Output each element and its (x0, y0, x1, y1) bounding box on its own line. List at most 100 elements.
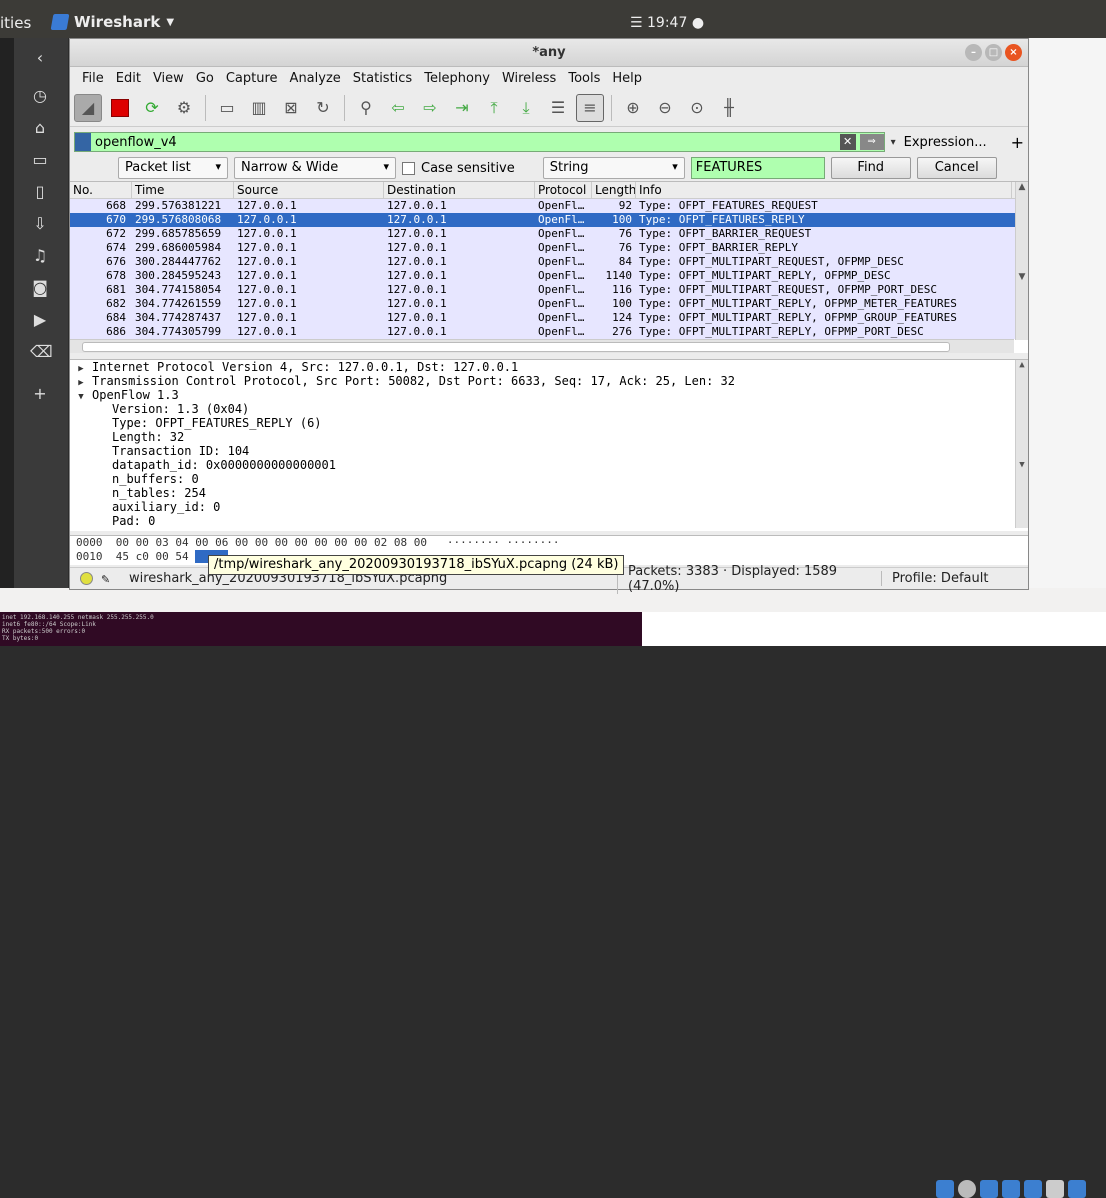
document-icon[interactable]: ▯ (30, 182, 50, 202)
trash-icon[interactable]: ⌫ (30, 342, 53, 362)
search-type-select[interactable]: String (542, 157, 685, 179)
open-file-icon[interactable]: ▭ (213, 94, 241, 122)
resize-columns-icon[interactable]: ╫ (715, 94, 743, 122)
home-icon[interactable]: ⌂ (30, 118, 50, 138)
tray-network-icon[interactable] (1002, 1180, 1020, 1198)
start-capture-fin-icon[interactable]: ◢ (74, 93, 102, 122)
zoom-out-icon[interactable]: ⊖ (651, 94, 679, 122)
camera-icon[interactable]: ◙ (30, 278, 50, 298)
col-info[interactable]: Info (636, 182, 1012, 198)
table-row[interactable]: 668 299.576381221 127.0.0.1 127.0.0.1 OpenFl… (70, 199, 1028, 213)
tree-field[interactable]: Type: OFPT_FEATURES_REPLY (6) (70, 416, 1028, 430)
go-to-packet-icon[interactable]: ⇥ (448, 94, 476, 122)
music-icon[interactable]: ♫ (30, 246, 50, 266)
col-source[interactable]: Source (234, 182, 384, 198)
download-icon[interactable]: ⇩ (30, 214, 50, 234)
close-button[interactable]: × (1005, 44, 1022, 61)
tree-field[interactable]: Length: 32 (70, 430, 1028, 444)
menu-help[interactable]: Help (606, 71, 648, 86)
menu-tools[interactable]: Tools (562, 71, 606, 86)
tray-app-icon[interactable] (936, 1180, 954, 1198)
search-in-select[interactable]: Packet list (118, 157, 228, 179)
menu-wireless[interactable]: Wireless (496, 71, 562, 86)
last-packet-icon[interactable]: ⤓ (512, 94, 540, 122)
table-row[interactable]: 681 304.774158054 127.0.0.1 127.0.0.1 OpenFl… (70, 283, 1028, 297)
edit-comment-icon[interactable]: ✎ (101, 573, 115, 586)
apply-filter-icon[interactable]: ⇒ (859, 134, 884, 150)
tree-field[interactable]: n_buffers: 0 (70, 472, 1028, 486)
menu-edit[interactable]: Edit (110, 71, 147, 86)
table-row[interactable]: 676 300.284447762 127.0.0.1 127.0.0.1 OpenFl… (70, 255, 1028, 269)
save-file-icon[interactable]: ▥ (245, 94, 273, 122)
packet-list-vscroll[interactable]: ▲ ▼ (1015, 182, 1028, 340)
tree-field[interactable]: auxiliary_id: 0 (70, 500, 1028, 514)
col-protocol[interactable]: Protocol (535, 182, 592, 198)
zoom-in-icon[interactable]: ⊕ (619, 94, 647, 122)
table-row[interactable]: 672 299.685785659 127.0.0.1 127.0.0.1 OpenFl… (70, 227, 1028, 241)
folder-icon[interactable]: ▭ (30, 150, 50, 170)
expert-info-icon[interactable] (80, 572, 93, 585)
go-forward-icon[interactable]: ⇨ (416, 94, 444, 122)
col-time[interactable]: Time (132, 182, 234, 198)
menu-capture[interactable]: Capture (220, 71, 284, 86)
col-length[interactable]: Length (592, 182, 636, 198)
hex-line[interactable]: 0000 00 00 03 04 00 06 00 00 00 00 00 00… (76, 536, 1028, 550)
colorize-icon[interactable]: ≡ (576, 93, 604, 122)
collapse-arrow-icon[interactable]: ▼ (70, 390, 92, 404)
tree-item-tcp[interactable]: ▶ Transmission Control Protocol, Src Port… (70, 374, 1028, 388)
menu-file[interactable]: File (76, 71, 110, 86)
checkbox-box[interactable] (402, 161, 415, 175)
go-back-icon[interactable]: ⇦ (384, 94, 412, 122)
video-icon[interactable]: ▶ (30, 310, 50, 330)
tree-field[interactable]: datapath_id: 0x0000000000000001 (70, 458, 1028, 472)
first-packet-icon[interactable]: ⤒ (480, 94, 508, 122)
menu-analyze[interactable]: Analyze (284, 71, 347, 86)
back-arrow-icon[interactable]: ‹ (30, 48, 50, 68)
tree-field[interactable]: n_tables: 254 (70, 486, 1028, 500)
tray-screen-icon[interactable] (1068, 1180, 1086, 1198)
tray-pen-icon[interactable] (1024, 1180, 1042, 1198)
table-row[interactable]: 684 304.774287437 127.0.0.1 127.0.0.1 OpenFl… (70, 311, 1028, 325)
activities-label[interactable]: ities (0, 14, 31, 32)
app-menu[interactable]: Wireshark ▼ (50, 13, 174, 31)
find-packet-icon[interactable]: ⚲ (352, 94, 380, 122)
tray-monitor-icon[interactable] (980, 1180, 998, 1198)
autoscroll-icon[interactable]: ☰ (544, 94, 572, 122)
tree-item-openflow[interactable]: ▼ OpenFlow 1.3 (70, 388, 1028, 402)
tree-field[interactable]: Transaction ID: 104 (70, 444, 1028, 458)
table-row[interactable]: 682 304.774261559 127.0.0.1 127.0.0.1 OpenFl… (70, 297, 1028, 311)
tree-field[interactable]: Version: 1.3 (0x04) (70, 402, 1028, 416)
history-icon[interactable]: ◷ (30, 86, 50, 106)
menu-view[interactable]: View (147, 71, 190, 86)
table-row[interactable]: 674 299.686005984 127.0.0.1 127.0.0.1 OpenFl… (70, 241, 1028, 255)
col-destination[interactable]: Destination (384, 182, 535, 198)
restart-capture-icon[interactable]: ⟳ (138, 94, 166, 122)
maximize-button[interactable]: □ (985, 44, 1002, 61)
add-icon[interactable]: + (30, 384, 50, 404)
reload-file-icon[interactable]: ↻ (309, 94, 337, 122)
window-titlebar[interactable]: *any – □ × (70, 39, 1028, 67)
hscroll-thumb[interactable] (82, 342, 950, 352)
table-row-selected[interactable]: 670 299.576808068 127.0.0.1 127.0.0.1 OpenFl… (70, 213, 1028, 227)
tree-field[interactable]: Pad: 0 (70, 514, 1028, 528)
tree-item-ip[interactable]: ▶ Internet Protocol Version 4, Src: 127.0… (70, 360, 1028, 374)
menu-telephony[interactable]: Telephony (418, 71, 496, 86)
clear-filter-icon[interactable]: ✕ (839, 134, 856, 150)
status-profile[interactable]: Profile: Default (881, 571, 988, 586)
clock[interactable]: ☰ 19:47 ● (630, 15, 704, 31)
expression-button[interactable]: Expression... (904, 135, 987, 150)
close-file-icon[interactable]: ⊠ (277, 94, 305, 122)
filter-history-dropdown[interactable]: ▾ (891, 137, 896, 148)
char-width-select[interactable]: Narrow & Wide (234, 157, 396, 179)
cancel-button[interactable]: Cancel (916, 157, 997, 179)
packet-list-hscroll[interactable] (70, 339, 1014, 353)
stop-capture-icon[interactable] (106, 94, 134, 122)
col-no[interactable]: No. (70, 182, 132, 198)
zoom-reset-icon[interactable]: ⊙ (683, 94, 711, 122)
details-vscroll[interactable]: ▲ ▼ (1015, 360, 1028, 528)
tray-window-icon[interactable] (1046, 1180, 1064, 1198)
menu-statistics[interactable]: Statistics (347, 71, 418, 86)
minimize-button[interactable]: – (965, 44, 982, 61)
display-filter-input[interactable]: openflow_v4 ✕ ⇒ (74, 132, 885, 152)
table-row[interactable]: 678 300.284595243 127.0.0.1 127.0.0.1 OpenFl… (70, 269, 1028, 283)
